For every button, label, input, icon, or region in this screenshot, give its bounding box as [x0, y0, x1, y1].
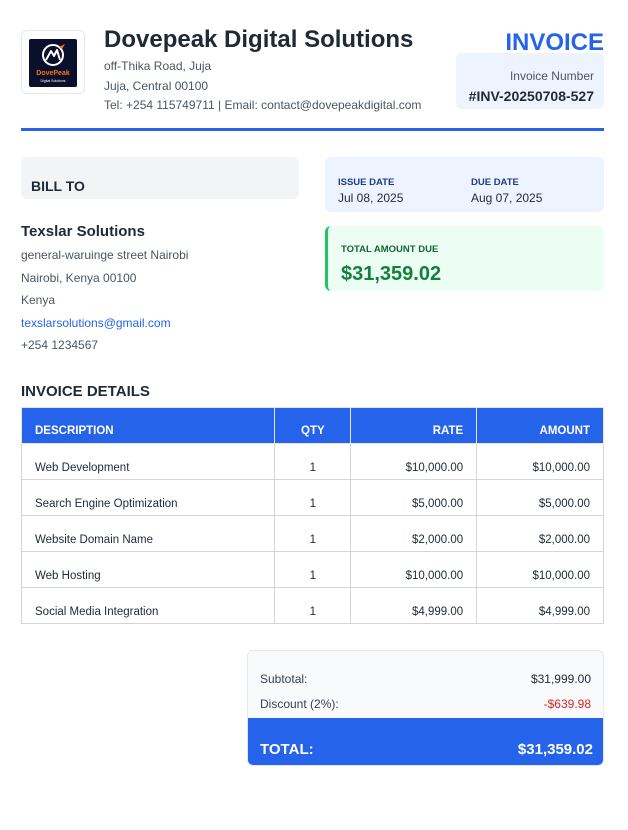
logo-mark: DovePeak Digital Solutions — [29, 39, 77, 87]
invoice-number-box: Invoice Number #INV-20250708-527 — [456, 53, 604, 109]
client-city: Nairobi, Kenya 00100 — [21, 271, 137, 285]
item-description: Search Engine Optimization — [20, 479, 276, 516]
item-amount: $4,999.00 — [476, 587, 604, 624]
client-phone: +254 1234567 — [21, 338, 99, 352]
grand-total-label: TOTAL: — [260, 741, 314, 758]
item-rate: $10,000.00 — [350, 551, 478, 588]
invoice-header: DovePeak Digital Solutions Dovepeak Digi… — [21, 26, 604, 128]
invoice-number: #INV-20250708-527 — [468, 88, 594, 104]
column-header-description: DESCRIPTION — [20, 407, 276, 444]
subtotal-label: Subtotal: — [260, 672, 308, 686]
total-due-label: TOTAL AMOUNT DUE — [341, 244, 439, 255]
column-header-rate: RATE — [350, 407, 478, 444]
column-header-qty: QTY — [274, 407, 352, 444]
bill-to-label: BILL TO — [31, 178, 85, 194]
table-row: Web Hosting 1 $10,000.00 $10,000.00 — [20, 551, 604, 588]
table-row: Web Development 1 $10,000.00 $10,000.00 — [20, 443, 604, 480]
grand-total-value: $31,359.02 — [517, 741, 593, 758]
client-street: general-waruinge street Nairobi — [21, 248, 189, 262]
total-due-value: $31,359.02 — [341, 263, 442, 285]
company-logo: DovePeak Digital Solutions — [21, 30, 85, 94]
invoice-number-label: Invoice Number — [509, 69, 594, 83]
item-amount: $5,000.00 — [476, 479, 604, 516]
table-row: Social Media Integration 1 $4,999.00 $4,… — [20, 587, 604, 624]
company-address-line2: Juja, Central 00100 — [104, 79, 209, 93]
item-amount: $10,000.00 — [476, 443, 604, 480]
item-rate: $4,999.00 — [350, 587, 478, 624]
discount-value: -$639.98 — [543, 697, 591, 711]
item-qty: 1 — [274, 479, 352, 516]
issue-date-value: Jul 08, 2025 — [338, 191, 404, 205]
header-divider — [21, 128, 604, 131]
item-amount: $10,000.00 — [476, 551, 604, 588]
due-date-label: DUE DATE — [471, 177, 519, 188]
item-qty: 1 — [274, 515, 352, 552]
due-date-value: Aug 07, 2025 — [471, 191, 543, 205]
column-header-amount: AMOUNT — [476, 407, 604, 444]
client-email-link[interactable]: texslarsolutions@gmail.com — [21, 316, 171, 330]
total-due-panel: TOTAL AMOUNT DUE $31,359.02 — [325, 226, 604, 291]
item-description: Website Domain Name — [20, 515, 276, 552]
item-qty: 1 — [274, 551, 352, 588]
client-country: Kenya — [21, 293, 56, 307]
client-name: Texslar Solutions — [21, 223, 145, 240]
item-qty: 1 — [274, 587, 352, 624]
dates-panel: ISSUE DATE Jul 08, 2025 DUE DATE Aug 07,… — [325, 157, 604, 212]
grand-total-bar: TOTAL: $31,359.02 — [248, 718, 603, 765]
issue-date-label: ISSUE DATE — [338, 177, 395, 188]
item-description: Social Media Integration — [20, 587, 276, 624]
item-rate: $10,000.00 — [350, 443, 478, 480]
company-address-line1: off-Thika Road, Juja — [104, 59, 212, 73]
logo-tagline: Digital Solutions — [40, 79, 66, 83]
invoice-details-title: INVOICE DETAILS — [21, 383, 150, 400]
company-name: Dovepeak Digital Solutions — [104, 26, 414, 53]
discount-label: Discount (2%): — [260, 697, 339, 711]
item-qty: 1 — [274, 443, 352, 480]
logo-name: DovePeak — [36, 70, 70, 77]
bill-to-header: BILL TO — [21, 157, 299, 199]
item-rate: $5,000.00 — [350, 479, 478, 516]
company-contact: Tel: +254 115749711 | Email: contact@dov… — [104, 98, 422, 112]
item-rate: $2,000.00 — [350, 515, 478, 552]
item-description: Web Development — [20, 443, 276, 480]
table-header-row: DESCRIPTION QTY RATE AMOUNT — [20, 407, 604, 444]
line-items-table: DESCRIPTION QTY RATE AMOUNT Web Developm… — [20, 407, 604, 624]
table-row: Website Domain Name 1 $2,000.00 $2,000.0… — [20, 515, 604, 552]
totals-summary: Subtotal: $31,999.00 Discount (2%): -$63… — [247, 650, 604, 766]
table-row: Search Engine Optimization 1 $5,000.00 $… — [20, 479, 604, 516]
subtotal-value: $31,999.00 — [530, 672, 591, 686]
item-amount: $2,000.00 — [476, 515, 604, 552]
item-description: Web Hosting — [20, 551, 276, 588]
